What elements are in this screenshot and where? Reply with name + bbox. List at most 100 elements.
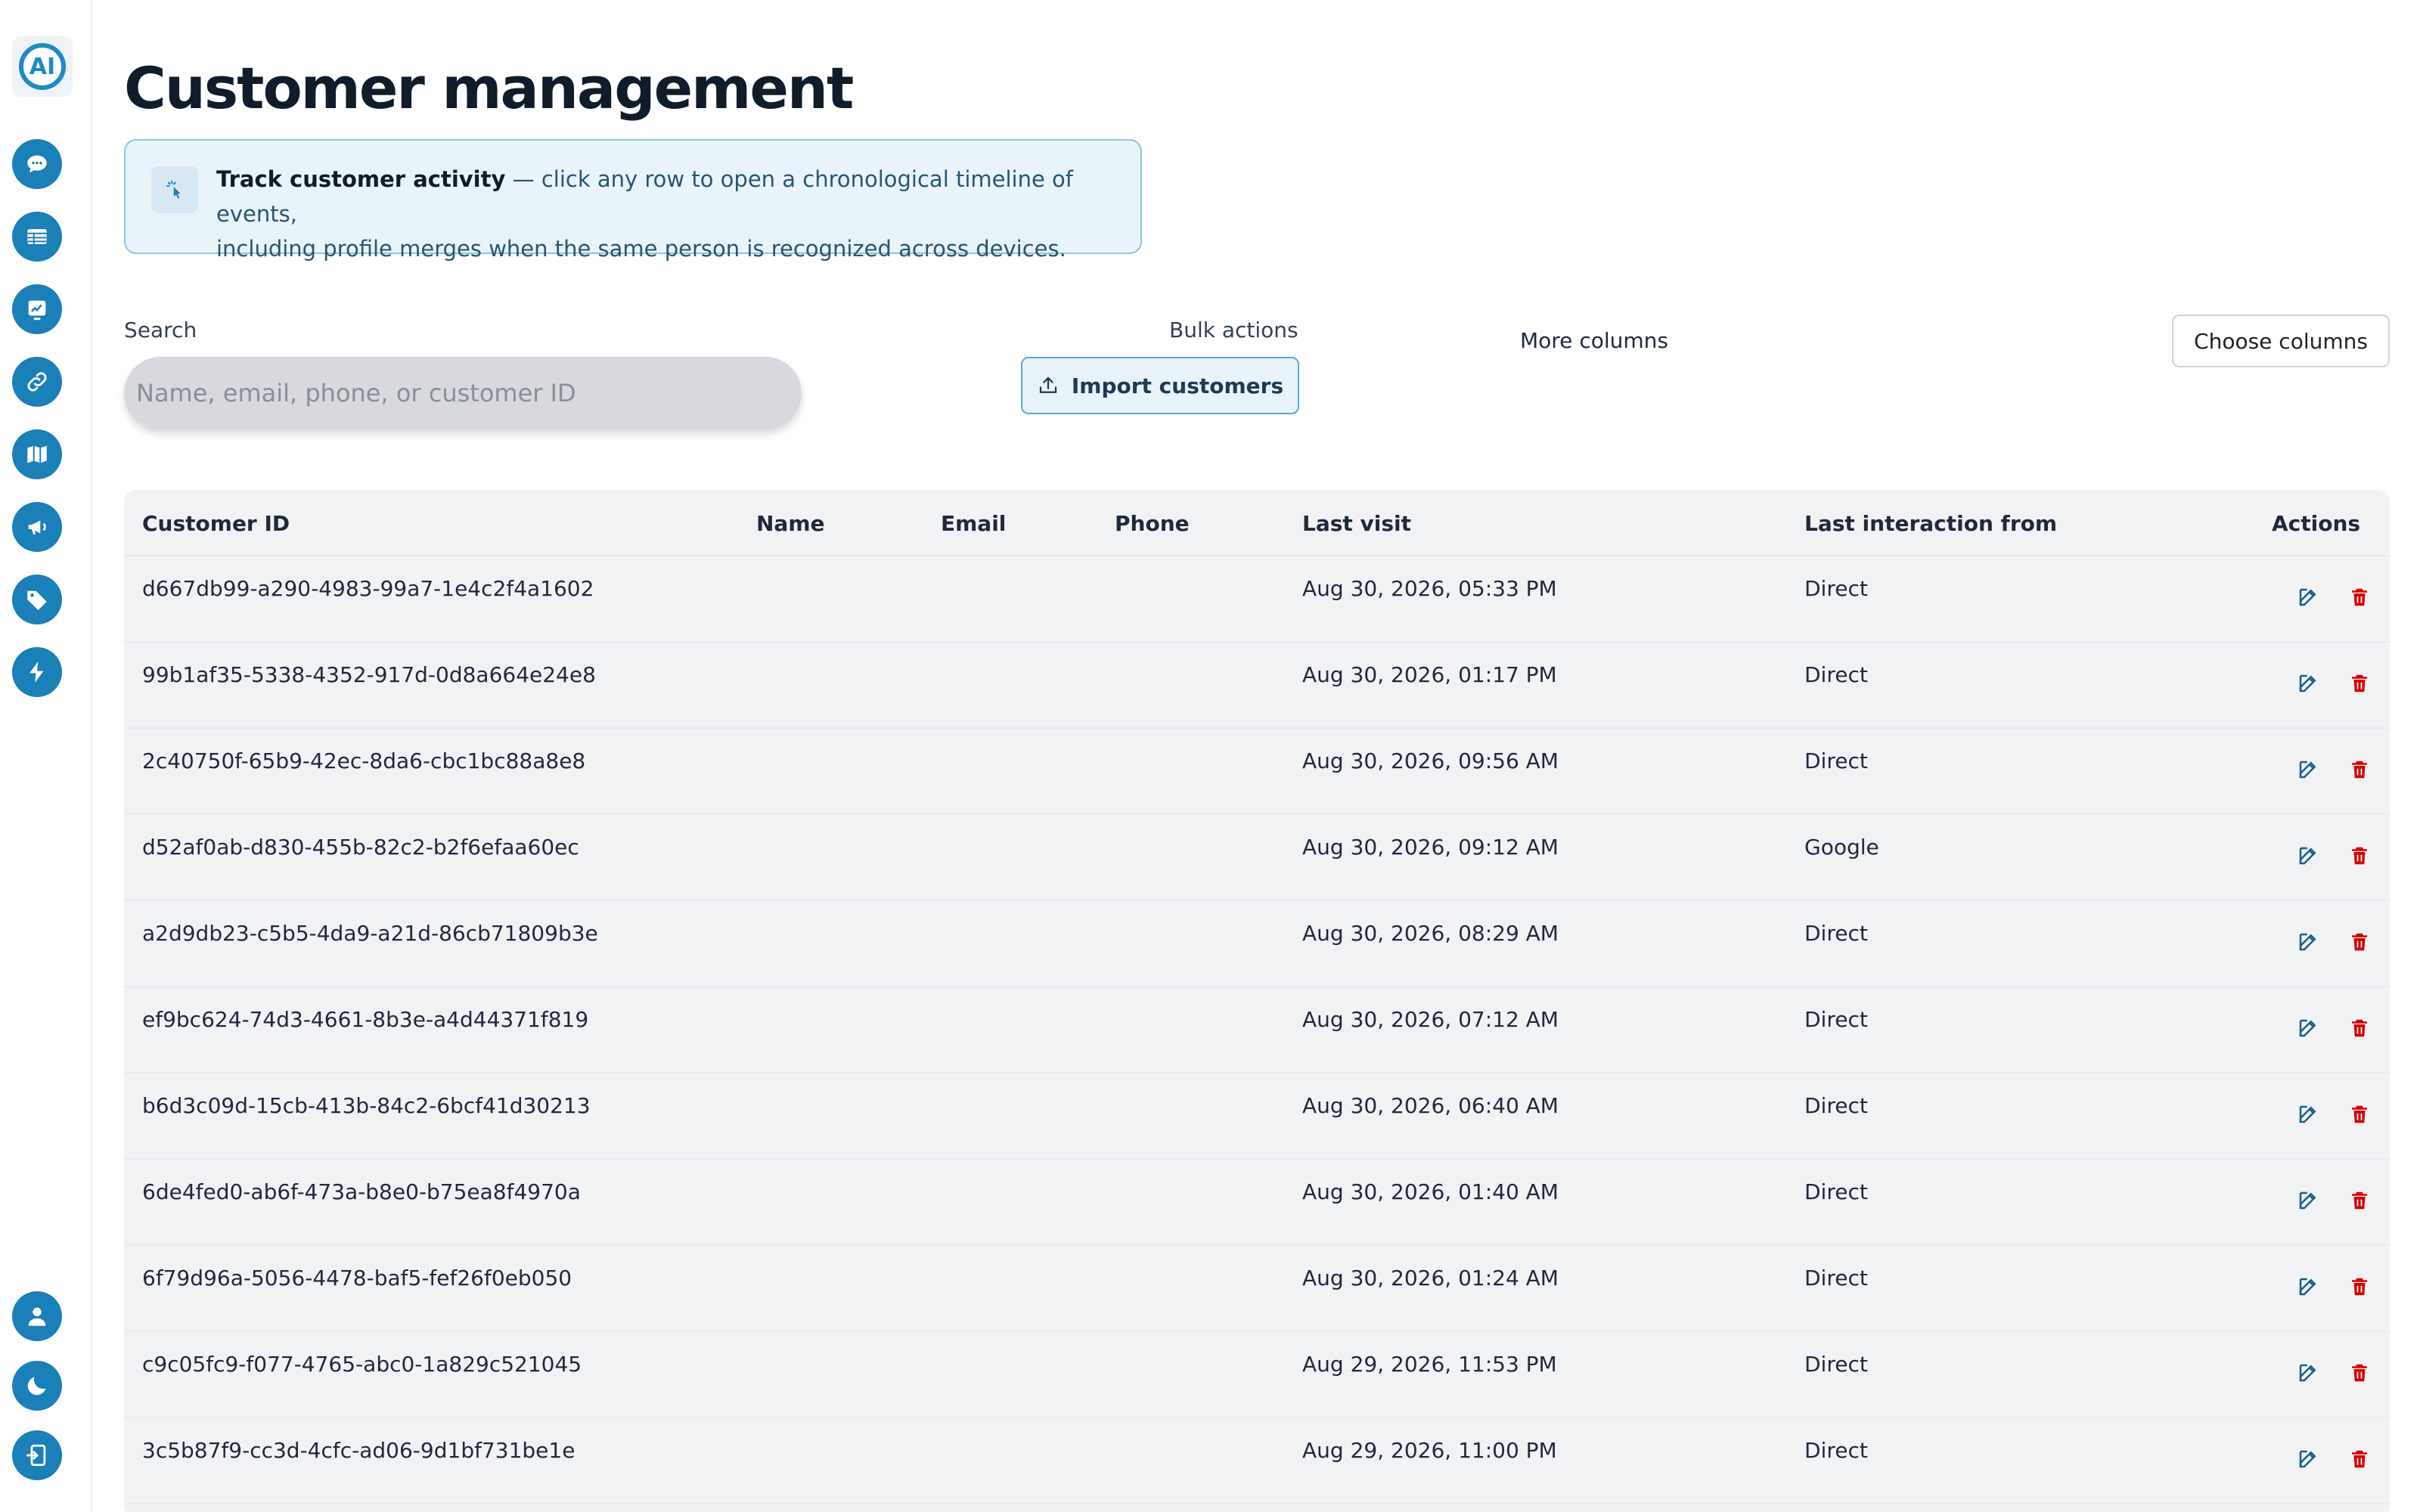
cell-last-interaction: Direct bbox=[1804, 662, 1868, 687]
cell-customer-id: a2d9db23-c5b5-4da9-a21d-86cb71809b3e bbox=[142, 921, 598, 946]
table-row[interactable]: b6d3c09d-15cb-413b-84c2-6bcf41d30213 Aug… bbox=[124, 1074, 2390, 1160]
info-description-line2: including profile merges when the same p… bbox=[216, 236, 1066, 262]
cell-customer-id: ef9bc624-74d3-4661-8b3e-a4d44371f819 bbox=[142, 1007, 589, 1032]
cell-last-interaction: Direct bbox=[1804, 1438, 1868, 1463]
cell-last-visit: Aug 30, 2026, 07:12 AM bbox=[1302, 1007, 1559, 1032]
info-banner: Track customer activity — click any row … bbox=[124, 139, 1142, 262]
search-input[interactable] bbox=[124, 357, 802, 429]
search-label: Search bbox=[124, 318, 197, 342]
edit-icon[interactable] bbox=[2294, 1187, 2322, 1214]
cell-last-visit: Aug 29, 2026, 11:00 PM bbox=[1302, 1438, 1557, 1463]
edit-icon[interactable] bbox=[2294, 756, 2322, 783]
bulk-actions-label: Bulk actions bbox=[1169, 318, 1298, 342]
col-customer-id[interactable]: Customer ID bbox=[142, 511, 290, 536]
table-row[interactable]: 99b1af35-5338-4352-917d-0d8a664e24e8 Aug… bbox=[124, 643, 2390, 729]
edit-icon[interactable] bbox=[2294, 842, 2322, 869]
delete-icon[interactable] bbox=[2346, 1101, 2373, 1128]
table-row[interactable]: c9c05fc9-f077-4765-abc0-1a829c521045 Aug… bbox=[124, 1332, 2390, 1418]
cell-customer-id: 99b1af35-5338-4352-917d-0d8a664e24e8 bbox=[142, 662, 596, 687]
cell-customer-id: d52af0ab-d830-455b-82c2-b2f6efaa60ec bbox=[142, 835, 579, 860]
table-row[interactable]: 6de4fed0-ab6f-473a-b8e0-b75ea8f4970a Aug… bbox=[124, 1160, 2390, 1246]
map-icon[interactable] bbox=[12, 429, 62, 479]
lightning-icon[interactable] bbox=[12, 647, 62, 697]
logo-mark: AI bbox=[19, 43, 66, 90]
col-phone[interactable]: Phone bbox=[1115, 511, 1190, 536]
delete-icon[interactable] bbox=[2346, 1015, 2373, 1042]
link-icon[interactable] bbox=[12, 357, 62, 407]
tag-icon[interactable] bbox=[12, 575, 62, 624]
delete-icon[interactable] bbox=[2346, 1273, 2373, 1300]
cell-customer-id: 6de4fed0-ab6f-473a-b8e0-b75ea8f4970a bbox=[142, 1179, 581, 1204]
edit-icon[interactable] bbox=[2294, 928, 2322, 956]
edit-icon[interactable] bbox=[2294, 1445, 2322, 1473]
import-customers-label: Import customers bbox=[1071, 373, 1284, 398]
col-last-interaction[interactable]: Last interaction from bbox=[1804, 511, 2057, 536]
cell-last-interaction: Direct bbox=[1804, 1266, 1868, 1290]
table-row[interactable]: d52af0ab-d830-455b-82c2-b2f6efaa60ec Aug… bbox=[124, 815, 2390, 901]
cell-customer-id: 3c5b87f9-cc3d-4cfc-ad06-9d1bf731be1e bbox=[142, 1438, 576, 1463]
user-icon[interactable] bbox=[12, 1291, 62, 1341]
col-last-visit[interactable]: Last visit bbox=[1302, 511, 1411, 536]
cell-last-visit: Aug 30, 2026, 09:56 AM bbox=[1302, 748, 1559, 773]
cell-customer-id: 2c40750f-65b9-42ec-8da6-cbc1bc88a8e8 bbox=[142, 748, 586, 773]
upload-icon bbox=[1039, 376, 1056, 393]
cell-last-interaction: Direct bbox=[1804, 1352, 1868, 1377]
edit-icon[interactable] bbox=[2294, 1015, 2322, 1042]
cell-last-visit: Aug 30, 2026, 05:33 PM bbox=[1302, 576, 1557, 601]
cell-customer-id: 6f79d96a-5056-4478-baf5-fef26f0eb050 bbox=[142, 1266, 572, 1290]
delete-icon[interactable] bbox=[2346, 1359, 2373, 1387]
cell-last-interaction: Direct bbox=[1804, 748, 1868, 773]
cell-last-interaction: Google bbox=[1804, 835, 1879, 860]
table-row[interactable]: 2c40750f-65b9-42ec-8da6-cbc1bc88a8e8 Aug… bbox=[124, 729, 2390, 815]
cell-last-interaction: Direct bbox=[1804, 1007, 1868, 1032]
info-title: Track customer activity bbox=[216, 166, 506, 192]
cell-last-visit: Aug 30, 2026, 01:40 AM bbox=[1302, 1179, 1559, 1204]
delete-icon[interactable] bbox=[2346, 1445, 2373, 1473]
customers-table: Customer ID Name Email Phone Last visit … bbox=[124, 490, 2390, 1512]
delete-icon[interactable] bbox=[2346, 670, 2373, 697]
delete-icon[interactable] bbox=[2346, 584, 2373, 611]
table-icon[interactable] bbox=[12, 212, 62, 262]
edit-icon[interactable] bbox=[2294, 1273, 2322, 1300]
moon-icon[interactable] bbox=[12, 1361, 62, 1411]
cell-last-interaction: Direct bbox=[1804, 1093, 1868, 1118]
table-row[interactable]: d667db99-a290-4983-99a7-1e4c2f4a1602 Aug… bbox=[124, 556, 2390, 643]
edit-icon[interactable] bbox=[2294, 1101, 2322, 1128]
megaphone-icon[interactable] bbox=[12, 502, 62, 552]
cell-last-interaction: Direct bbox=[1804, 921, 1868, 946]
table-row[interactable]: ef9bc624-74d3-4661-8b3e-a4d44371f819 Aug… bbox=[124, 987, 2390, 1074]
edit-icon[interactable] bbox=[2294, 584, 2322, 611]
more-columns-label: More columns bbox=[1520, 328, 1668, 353]
delete-icon[interactable] bbox=[2346, 842, 2373, 869]
choose-columns-button[interactable]: Choose columns bbox=[2172, 314, 2390, 367]
table-header: Customer ID Name Email Phone Last visit … bbox=[124, 490, 2390, 556]
cell-last-visit: Aug 30, 2026, 08:29 AM bbox=[1302, 921, 1559, 946]
pointer-click-icon bbox=[151, 166, 198, 213]
cell-last-interaction: Direct bbox=[1804, 1179, 1868, 1204]
delete-icon[interactable] bbox=[2346, 756, 2373, 783]
app-logo[interactable]: AI bbox=[12, 36, 73, 97]
edit-icon[interactable] bbox=[2294, 1359, 2322, 1387]
delete-icon[interactable] bbox=[2346, 928, 2373, 956]
analytics-chart-icon[interactable] bbox=[12, 284, 62, 334]
cell-last-visit: Aug 30, 2026, 01:17 PM bbox=[1302, 662, 1557, 687]
delete-icon[interactable] bbox=[2346, 1187, 2373, 1214]
cell-customer-id: d667db99-a290-4983-99a7-1e4c2f4a1602 bbox=[142, 576, 594, 601]
page-title: Customer management bbox=[124, 54, 854, 122]
cell-customer-id: c9c05fc9-f077-4765-abc0-1a829c521045 bbox=[142, 1352, 582, 1377]
import-customers-button[interactable]: Import customers bbox=[1021, 357, 1299, 414]
col-actions: Actions bbox=[2272, 511, 2361, 536]
col-name[interactable]: Name bbox=[756, 511, 825, 536]
table-row[interactable]: 6f79d96a-5056-4478-baf5-fef26f0eb050 Aug… bbox=[124, 1246, 2390, 1332]
chat-bubble-icon[interactable] bbox=[12, 139, 62, 189]
table-body: d667db99-a290-4983-99a7-1e4c2f4a1602 Aug… bbox=[124, 556, 2390, 1504]
col-email[interactable]: Email bbox=[941, 511, 1006, 536]
sidebar: AI bbox=[0, 0, 92, 1512]
logout-icon[interactable] bbox=[12, 1430, 62, 1480]
table-row[interactable]: 3c5b87f9-cc3d-4cfc-ad06-9d1bf731be1e Aug… bbox=[124, 1418, 2390, 1504]
edit-icon[interactable] bbox=[2294, 670, 2322, 697]
table-row[interactable]: a2d9db23-c5b5-4da9-a21d-86cb71809b3e Aug… bbox=[124, 901, 2390, 987]
cell-last-visit: Aug 30, 2026, 06:40 AM bbox=[1302, 1093, 1559, 1118]
cell-customer-id: b6d3c09d-15cb-413b-84c2-6bcf41d30213 bbox=[142, 1093, 591, 1118]
cell-last-interaction: Direct bbox=[1804, 576, 1868, 601]
